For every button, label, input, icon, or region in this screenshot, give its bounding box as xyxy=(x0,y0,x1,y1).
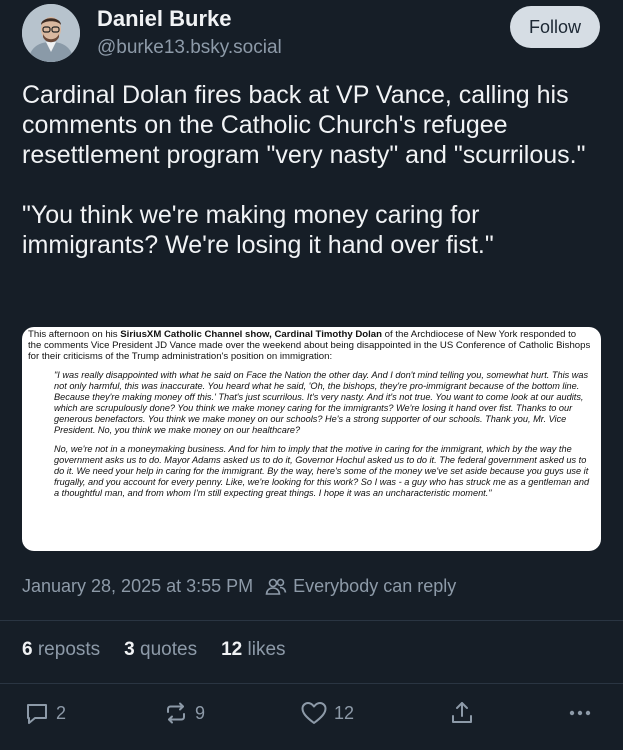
heart-icon xyxy=(301,702,327,724)
avatar[interactable] xyxy=(22,4,80,62)
reposts-stat[interactable]: 6 reposts xyxy=(22,639,100,661)
repost-count: 9 xyxy=(195,702,206,723)
post-paragraph: Cardinal Dolan fires back at VP Vance, c… xyxy=(22,81,586,169)
more-icon xyxy=(569,710,591,716)
repost-button[interactable]: 9 xyxy=(163,700,205,726)
likes-label: likes xyxy=(247,639,286,660)
post-timestamp[interactable]: January 28, 2025 at 3:55 PM xyxy=(22,576,253,597)
quotes-label: quotes xyxy=(140,639,198,660)
post-meta: January 28, 2025 at 3:55 PM Everybody ca… xyxy=(22,576,456,597)
post-text: Cardinal Dolan fires back at VP Vance, c… xyxy=(22,80,612,260)
like-count: 12 xyxy=(334,702,355,723)
share-button[interactable] xyxy=(449,700,475,726)
reply-icon xyxy=(27,704,47,724)
embed-quote: No, we're not in a moneymaking business.… xyxy=(54,444,590,498)
people-icon xyxy=(265,577,287,597)
reposts-count: 6 xyxy=(22,639,33,660)
more-options-button[interactable] xyxy=(567,700,593,726)
avatar-photo xyxy=(22,4,80,62)
divider xyxy=(0,620,623,621)
author-handle[interactable]: @burke13.bsky.social xyxy=(97,37,282,59)
like-button[interactable]: 12 xyxy=(300,700,354,726)
quotes-count: 3 xyxy=(124,639,135,660)
share-icon xyxy=(452,702,472,723)
reply-count: 2 xyxy=(56,702,67,723)
reposts-label: reposts xyxy=(37,639,101,660)
embed-intro-text: This afternoon on his xyxy=(28,329,121,340)
likes-count: 12 xyxy=(221,639,243,660)
embed-intro: This afternoon on his SiriusXM Catholic … xyxy=(28,329,591,362)
post-actions: 2 9 12 xyxy=(0,700,623,734)
engagement-stats: 6 reposts 3 quotes 12 likes xyxy=(22,639,286,661)
embed-quote: "I was really disappointed with what he … xyxy=(54,370,589,435)
embedded-image[interactable]: This afternoon on his SiriusXM Catholic … xyxy=(22,327,601,551)
quotes-stat[interactable]: 3 quotes xyxy=(124,639,197,661)
likes-stat[interactable]: 12 likes xyxy=(221,639,285,661)
reply-setting: Everybody can reply xyxy=(293,576,457,596)
embed-intro-bold: SiriusXM Catholic Channel show, Cardinal… xyxy=(120,329,382,340)
follow-button[interactable]: Follow xyxy=(510,6,600,48)
reply-button[interactable]: 2 xyxy=(24,700,66,726)
divider xyxy=(0,683,623,684)
post-paragraph: "You think we're making money caring for… xyxy=(22,201,494,259)
repost-icon xyxy=(167,702,185,724)
author-display-name[interactable]: Daniel Burke xyxy=(97,6,232,32)
